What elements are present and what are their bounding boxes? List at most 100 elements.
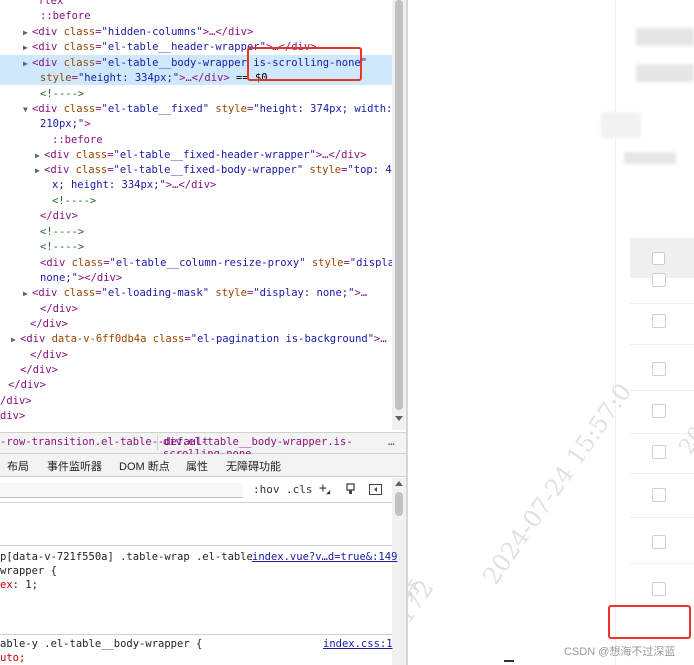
class-toggle-button[interactable]: .cls <box>286 483 313 496</box>
expand-triangle-icon[interactable]: ▶ <box>23 25 29 40</box>
dom-node-line[interactable]: <!----> <box>52 194 96 209</box>
rule1-selector: p[data-v-721f550a] .table-wrap .el-table <box>0 551 253 563</box>
table-row-divider <box>630 563 694 564</box>
dom-token: style <box>305 257 344 269</box>
rule2-source-link[interactable]: index.css:1 <box>323 638 393 650</box>
dom-token: > <box>84 118 91 130</box>
tab-accessibility[interactable]: 无障碍功能 <box>226 458 281 474</box>
page-preview: 2024-07-24 15:57:0 行业证券 00172 2024-07-24… <box>408 0 694 665</box>
styles-filter-bar: :hov .cls + ◢ <box>0 480 392 503</box>
dom-node-line[interactable]: </div> <box>30 348 68 363</box>
dom-token: flex <box>38 0 64 7</box>
row-checkbox[interactable] <box>652 535 666 549</box>
elements-scroll-thumb[interactable] <box>395 0 403 410</box>
dom-node-line[interactable]: div> <box>0 409 25 424</box>
select-all-checkbox[interactable] <box>652 252 665 265</box>
dom-token: "el-loading-mask" <box>101 287 210 299</box>
tab-properties[interactable]: 属性 <box>186 458 208 474</box>
dom-node-line[interactable]: ::before <box>40 9 91 24</box>
dom-node-line[interactable]: <!----> <box>40 225 84 240</box>
dom-node-line[interactable]: ▶ <div class="el-table__fixed-header-wrap… <box>35 148 366 163</box>
dom-node-line[interactable]: <!----> <box>40 240 84 255</box>
dom-node-line[interactable]: ▶ <div class="el-loading-mask" style="dis… <box>23 286 368 301</box>
collapse-triangle-icon[interactable]: ▼ <box>23 102 29 117</box>
table-row-divider <box>630 390 694 391</box>
dropdown-caret-icon[interactable]: ◢ <box>326 488 330 496</box>
styles-filter-input[interactable] <box>0 483 243 498</box>
elements-scrollbar[interactable] <box>392 0 406 430</box>
breadcrumb-divider <box>157 435 158 450</box>
rule2-declaration[interactable]: uto; <box>0 652 25 664</box>
expand-triangle-icon[interactable]: ▶ <box>11 332 17 347</box>
dom-node-line[interactable]: </div> <box>8 378 46 393</box>
table-row-divider <box>630 473 694 474</box>
more-icon[interactable]: … <box>388 435 395 448</box>
styles-scroll-thumb[interactable] <box>395 492 403 516</box>
tab-layout[interactable]: 布局 <box>7 458 29 474</box>
toggle-sidebar-icon[interactable] <box>369 484 382 495</box>
dom-node-line[interactable]: </div> <box>40 302 78 317</box>
dom-token: class <box>63 287 96 299</box>
row-checkbox[interactable] <box>652 273 666 287</box>
dom-token: class <box>63 26 96 38</box>
expand-triangle-icon[interactable]: ▶ <box>35 148 41 163</box>
styles-scrollbar[interactable] <box>392 478 406 665</box>
dom-node-line[interactable]: </div> <box>30 317 68 332</box>
dom-token: "el-table__fixed" <box>101 103 210 115</box>
dom-node-line[interactable]: <!----> <box>40 87 84 102</box>
dom-token: >…</div> <box>202 26 254 38</box>
row-checkbox[interactable] <box>652 445 666 459</box>
dom-token: style <box>209 103 247 115</box>
scroll-down-arrow-icon[interactable] <box>395 416 403 421</box>
row-checkbox[interactable] <box>652 582 666 596</box>
dom-node-line[interactable]: flex <box>38 0 63 9</box>
dom-node-line[interactable]: ▼ <div class="el-table__fixed" style="hei… <box>23 102 392 117</box>
computed-styles-icon[interactable] <box>345 483 356 495</box>
dom-token: <div <box>20 333 52 345</box>
dom-token: <div <box>32 57 64 69</box>
dom-token: <div <box>32 26 64 38</box>
dom-token: "hidden-columns" <box>101 26 203 38</box>
dom-node-line[interactable]: ▶ <div data-v-6ff0db4a class="el-paginati… <box>11 332 387 347</box>
dom-token: "display: <box>349 257 392 269</box>
row-checkbox[interactable] <box>652 362 666 376</box>
row-checkbox[interactable] <box>652 314 666 328</box>
tab-event-listeners[interactable]: 事件监听器 <box>47 458 102 474</box>
blurred-text <box>601 112 641 138</box>
dom-token: >… <box>354 287 368 299</box>
rule1-declaration[interactable]: ex: 1; <box>0 579 38 591</box>
dom-node-line[interactable]: ::before <box>52 133 103 148</box>
expand-triangle-icon[interactable]: ▶ <box>35 163 41 178</box>
row-checkbox[interactable] <box>652 488 666 502</box>
hover-state-button[interactable]: :hov <box>253 483 280 496</box>
dom-node-line[interactable]: /div> <box>0 394 32 409</box>
dom-token: ></div> <box>77 272 123 284</box>
expand-triangle-icon[interactable]: ▶ <box>23 286 29 301</box>
blurred-text <box>636 28 694 46</box>
dom-node-line[interactable]: 210px;"> <box>40 117 91 132</box>
dom-node-line[interactable]: x; height: 334px;">…</div> <box>52 178 216 193</box>
devtools-panel: flex::before ▶ <div class="hidden-columns"… <box>0 0 406 665</box>
expand-triangle-icon[interactable]: ▶ <box>23 40 29 55</box>
dom-token: <div <box>40 257 72 269</box>
scroll-up-arrow-icon[interactable] <box>395 481 403 486</box>
dom-token: style <box>40 72 72 84</box>
dom-node-line[interactable]: <div class="el-table__column-resize-prox… <box>40 256 392 271</box>
dom-token: none;" <box>40 272 78 284</box>
dom-token: class <box>63 57 96 69</box>
dom-node-line[interactable]: ▶ <div class="el-table__fixed-body-wrappe… <box>35 163 392 178</box>
expand-triangle-icon[interactable]: ▶ <box>23 56 29 71</box>
dom-token: "el-table__header-wrapper" <box>101 41 266 53</box>
dom-token: </div> <box>8 379 46 391</box>
rule1-source-link[interactable]: index.vue?v…d=true&:149 <box>252 551 397 563</box>
elements-tree: flex::before ▶ <div class="hidden-columns"… <box>0 0 392 430</box>
dom-node-line[interactable]: </div> <box>40 209 78 224</box>
dom-node-line[interactable]: </div> <box>20 363 58 378</box>
dom-token: data-v-6ff0db4a <box>51 333 147 345</box>
dom-node-line[interactable]: style="height: 334px;">…</div> == $0 <box>40 71 268 86</box>
dom-node-line[interactable]: none;"></div> <box>40 271 122 286</box>
dom-node-line[interactable]: ▶ <div class="hidden-columns">…</div> <box>23 25 254 40</box>
tab-dom-breakpoints[interactable]: DOM 断点 <box>119 458 170 474</box>
dom-token: >…</div> <box>179 72 230 84</box>
row-checkbox[interactable] <box>652 404 666 418</box>
